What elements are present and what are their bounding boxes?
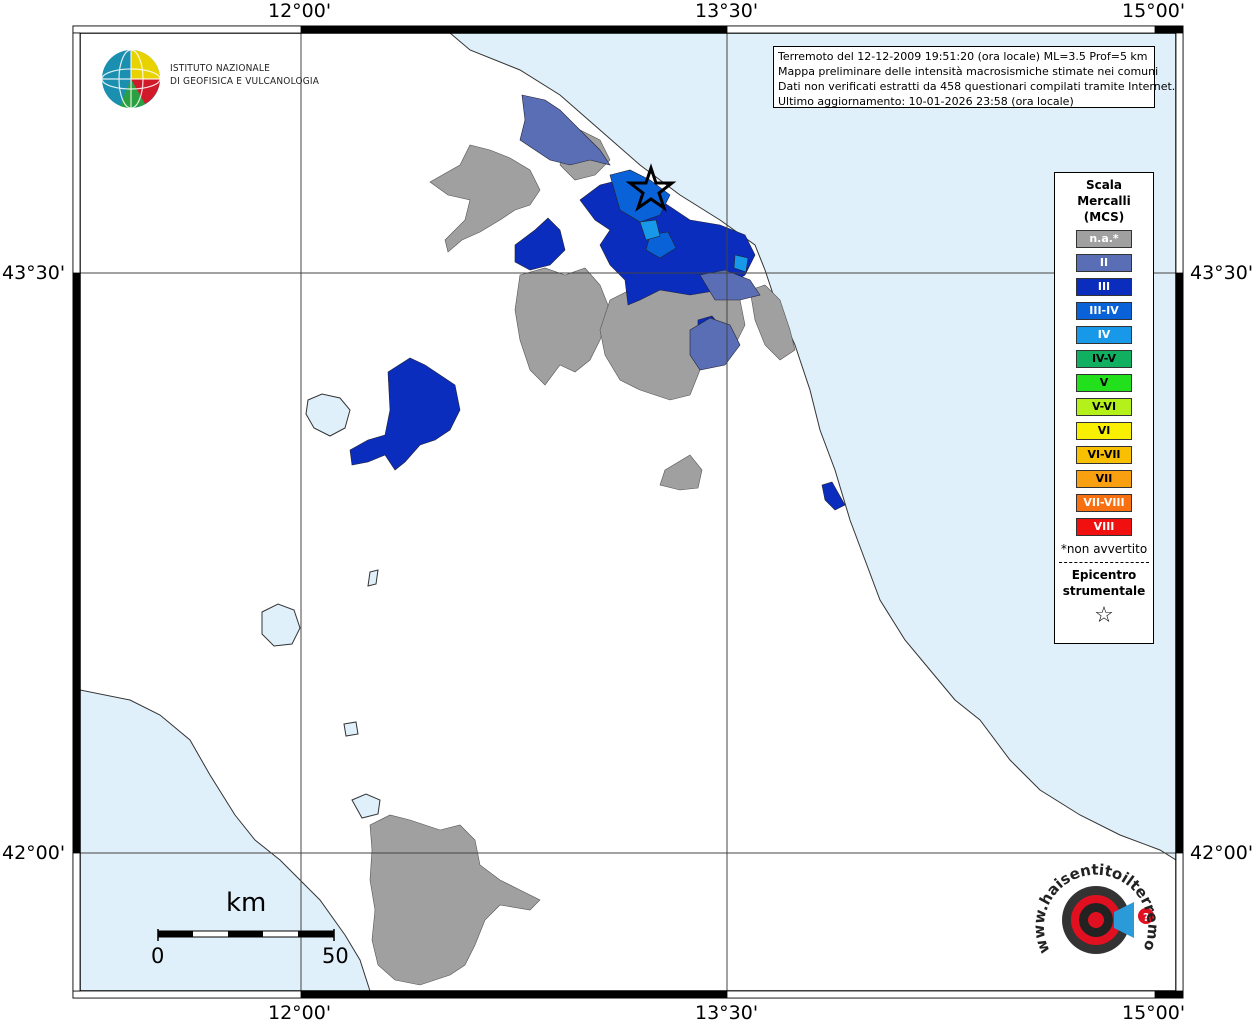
legend-epi-line-2: strumentale bbox=[1062, 584, 1146, 598]
legend-item-vi: VI bbox=[1076, 422, 1132, 440]
info-line-4: Ultimo aggiornamento: 10-01-2026 23:58 (… bbox=[778, 95, 1074, 108]
legend-item-viii: VIII bbox=[1076, 518, 1132, 536]
star-icon: ☆ bbox=[1094, 603, 1114, 628]
mcs-legend: Scala Mercalli (MCS) n.a.* II III III-IV IV I… bbox=[1054, 172, 1154, 644]
legend-note: *non avvertito bbox=[1060, 542, 1148, 556]
tick-right-2: 42°00' bbox=[1190, 842, 1254, 864]
event-info-box: Terremoto del 12-12-2009 19:51:20 (ora l… bbox=[773, 46, 1176, 108]
legend-item-vii: VII bbox=[1076, 470, 1132, 488]
tick-top-1: 12°00' bbox=[268, 0, 332, 22]
tick-right-1: 43°30' bbox=[1190, 262, 1254, 284]
legend-separator bbox=[1059, 562, 1149, 563]
legend-title-line-1: Scala bbox=[1085, 178, 1123, 192]
legend-item-iii: III bbox=[1076, 278, 1132, 296]
legend-title-line-3: (MCS) bbox=[1083, 210, 1125, 224]
legend-epi-line-1: Epicentro bbox=[1071, 568, 1137, 582]
scale-min: 0 bbox=[151, 944, 165, 968]
tick-bottom-1: 12°00' bbox=[268, 1002, 332, 1024]
legend-item-vii-viii: VII-VIII bbox=[1076, 494, 1132, 512]
legend-item-n-a-: n.a.* bbox=[1076, 230, 1132, 248]
tick-bottom-2: 13°30' bbox=[695, 1002, 759, 1024]
legend-title: Scala Mercalli (MCS) bbox=[1055, 177, 1153, 225]
legend-item-v-vi: V-VI bbox=[1076, 398, 1132, 416]
legend-item-vi-vii: VI-VII bbox=[1076, 446, 1132, 464]
legend-item-ii: II bbox=[1076, 254, 1132, 272]
legend-item-iv-v: IV-V bbox=[1076, 350, 1132, 368]
tick-left-1: 43°30' bbox=[2, 262, 66, 284]
tick-top-3: 15°00' bbox=[1122, 0, 1186, 22]
scale-max: 50 bbox=[322, 944, 349, 968]
lake-small-1 bbox=[343, 721, 359, 737]
lake-bolsena bbox=[261, 603, 301, 647]
logo-line-1: ISTITUTO NAZIONALE bbox=[170, 63, 270, 74]
scale-unit: km bbox=[226, 888, 267, 918]
logo-line-2: DI GEOFISICA E VULCANOLOGIA bbox=[170, 76, 320, 87]
info-line-2: Mappa preliminare delle intensità macros… bbox=[778, 65, 1159, 78]
legend-item-iii-iv: III-IV bbox=[1076, 302, 1132, 320]
target-icon: ? www.haisentitoilterremoto.it bbox=[1027, 842, 1163, 956]
legend-epicenter-label: Epicentro strumentale bbox=[1055, 567, 1153, 599]
legend-item-iv: IV bbox=[1076, 326, 1132, 344]
tick-bottom-3: 15°00' bbox=[1122, 1002, 1186, 1024]
legend-title-line-2: Mercalli bbox=[1077, 194, 1131, 208]
site-logo: ? www.haisentitoilterremoto.it bbox=[1027, 842, 1163, 976]
legend-item-v: V bbox=[1076, 374, 1132, 392]
info-line-1: Terremoto del 12-12-2009 19:51:20 (ora l… bbox=[778, 50, 1148, 63]
tick-left-2: 42°00' bbox=[2, 842, 66, 864]
legend-items: n.a.* II III III-IV IV IV-V V V-VI VI VI-VII VII VI… bbox=[1055, 230, 1153, 536]
tick-top-2: 13°30' bbox=[695, 0, 759, 22]
lake-small-2 bbox=[367, 569, 379, 587]
info-line-3: Dati non verificati estratti da 458 ques… bbox=[778, 80, 1176, 93]
ingv-logo: ISTITUTO NAZIONALE DI GEOFISICA E VULCAN… bbox=[100, 48, 320, 110]
globe-icon bbox=[101, 49, 161, 109]
